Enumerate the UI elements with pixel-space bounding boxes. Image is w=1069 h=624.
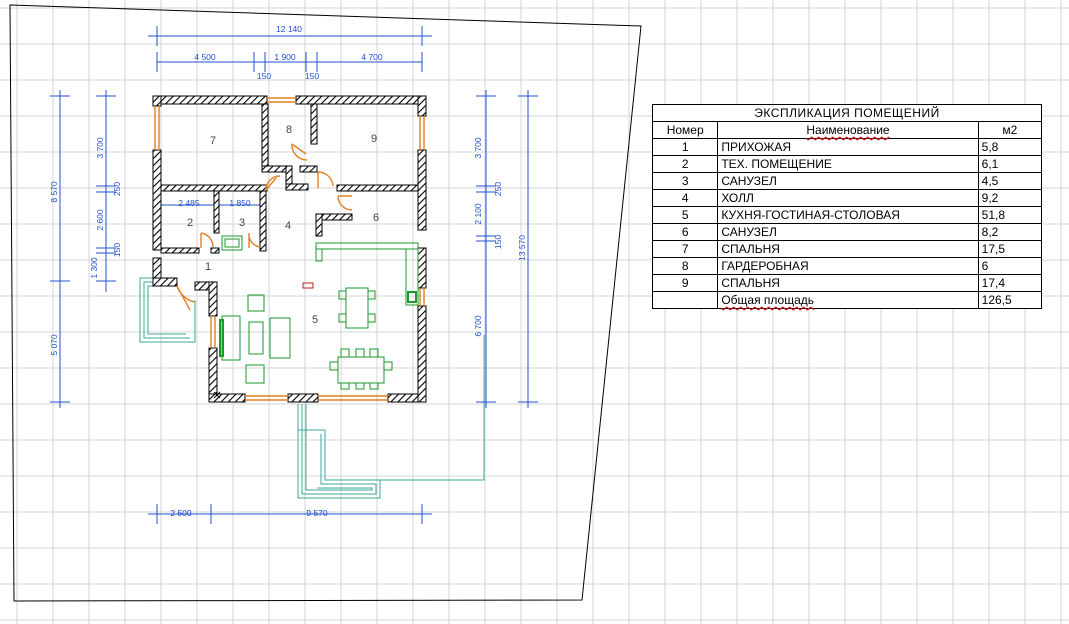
dim-overall-width: 12 140 xyxy=(276,24,302,34)
room-number-cell: 8 xyxy=(651,257,719,275)
room-area-cell: 6 xyxy=(977,257,1043,275)
dim-right-inner-3: 6 700 xyxy=(473,315,483,337)
room-number-2: 2 xyxy=(187,217,193,229)
room-number-4: 4 xyxy=(285,220,291,232)
total-name-cell: Общая площадь xyxy=(717,291,979,309)
dim-right-inner-2: 2 100 xyxy=(473,203,483,225)
floor-plan-drawing: 12 140 4 500 1 900 4 700 150 150 2 500 9… xyxy=(0,0,1069,624)
room-number-cell: 3 xyxy=(651,172,719,190)
site-paths xyxy=(139,277,485,499)
dim-right-outer: 13 570 xyxy=(517,235,527,261)
room-number-cell: 7 xyxy=(651,240,719,258)
room-number-cell: 1 xyxy=(651,138,719,156)
room-number-cell: 6 xyxy=(651,223,719,241)
table-body: 1 ПРИХОЖАЯ 5,8 2 ТЕХ. ПОМЕЩЕНИЕ 6,1 3 САНУЗЕЛ 4,… xyxy=(651,138,1043,292)
dim-top-small-1: 150 xyxy=(257,71,271,81)
dim-top-2: 1 900 xyxy=(274,52,296,62)
table-row: 8 ГАРДЕРОБНАЯ 6 xyxy=(651,257,1043,275)
table-header-row: Номер Наименование м2 xyxy=(651,121,1043,139)
total-number xyxy=(651,291,719,309)
room-name-cell: СПАЛЬНЯ xyxy=(717,274,979,292)
table-row: 7 СПАЛЬНЯ 17,5 xyxy=(651,240,1043,258)
total-area: 126,5 xyxy=(977,291,1043,309)
room-number-cell: 2 xyxy=(651,155,719,173)
table-row: 5 КУХНЯ-ГОСТИНАЯ-СТОЛОВАЯ 51,8 xyxy=(651,206,1043,224)
dimension-lines xyxy=(50,26,538,524)
total-name: Общая площадь xyxy=(721,293,815,307)
room-name-cell: САНУЗЕЛ xyxy=(717,223,979,241)
dim-bottom-2: 9 570 xyxy=(306,508,328,518)
dim-top-1: 4 500 xyxy=(194,52,216,62)
room-name-cell: ПРИХОЖАЯ xyxy=(717,138,979,156)
room-area-cell: 51,8 xyxy=(977,206,1043,224)
room-number-cell: 9 xyxy=(651,274,719,292)
room-area-cell: 17,5 xyxy=(977,240,1043,258)
table-row: 1 ПРИХОЖАЯ 5,8 xyxy=(651,138,1043,156)
dim-left-inner-3: 1 300 xyxy=(89,257,99,279)
room-number-8: 8 xyxy=(286,124,292,136)
dim-left-small-1: 250 xyxy=(112,182,122,196)
dim-inner-1: 2 485 xyxy=(178,198,200,208)
table-row: 3 САНУЗЕЛ 4,5 xyxy=(651,172,1043,190)
table-row: 2 ТЕХ. ПОМЕЩЕНИЕ 6,1 xyxy=(651,155,1043,173)
dim-right-small-2: 150 xyxy=(493,235,503,249)
table-title: ЭКСПЛИКАЦИЯ ПОМЕЩЕНИЙ xyxy=(652,104,1042,122)
room-name-cell: ТЕХ. ПОМЕЩЕНИЕ xyxy=(717,155,979,173)
dim-right-small-1: 250 xyxy=(493,182,503,196)
dim-left-small-2: 150 xyxy=(112,243,122,257)
room-number-3: 3 xyxy=(239,217,245,229)
room-area-cell: 9,2 xyxy=(977,189,1043,207)
room-area-cell: 8,2 xyxy=(977,223,1043,241)
room-name-cell: КУХНЯ-ГОСТИНАЯ-СТОЛОВАЯ xyxy=(717,206,979,224)
dim-left-outer-2: 5 070 xyxy=(49,334,59,356)
table-row: 6 САНУЗЕЛ 8,2 xyxy=(651,223,1043,241)
dim-top-small-2: 150 xyxy=(305,71,319,81)
furniture xyxy=(219,235,419,390)
header-area: м2 xyxy=(977,121,1043,139)
dim-left-inner-1: 3 700 xyxy=(95,137,105,159)
room-number-6: 6 xyxy=(373,212,379,224)
rooms-explication-table: ЭКСПЛИКАЦИЯ ПОМЕЩЕНИЙ Номер Наименование… xyxy=(651,104,1043,309)
dim-inner-2: 1 850 xyxy=(229,198,251,208)
dim-top-3: 4 700 xyxy=(361,52,383,62)
room-number-cell: 4 xyxy=(651,189,719,207)
room-number-1: 1 xyxy=(205,261,211,273)
table-row: 4 ХОЛЛ 9,2 xyxy=(651,189,1043,207)
dim-left-outer-1: 8 570 xyxy=(49,181,59,203)
table-total-row: Общая площадь 126,5 xyxy=(651,291,1043,309)
room-name-cell: ХОЛЛ xyxy=(717,189,979,207)
dim-right-inner-1: 3 700 xyxy=(473,137,483,159)
room-number-5: 5 xyxy=(312,314,318,326)
header-name-text: Наименование xyxy=(806,123,890,137)
room-number-cell: 5 xyxy=(651,206,719,224)
room-name-cell: ГАРДЕРОБНАЯ xyxy=(717,257,979,275)
room-area-cell: 4,5 xyxy=(977,172,1043,190)
dim-bottom-1: 2 500 xyxy=(170,508,192,518)
room-number-9: 9 xyxy=(371,133,377,145)
room-number-7: 7 xyxy=(210,135,216,147)
room-name-cell: САНУЗЕЛ xyxy=(717,172,979,190)
room-name-cell: СПАЛЬНЯ xyxy=(717,240,979,258)
table-row: 9 СПАЛЬНЯ 17,4 xyxy=(651,274,1043,292)
dim-left-inner-2: 2 600 xyxy=(95,209,105,231)
background-grid xyxy=(0,0,1069,624)
room-area-cell: 6,1 xyxy=(977,155,1043,173)
table-title-row: ЭКСПЛИКАЦИЯ ПОМЕЩЕНИЙ xyxy=(652,104,1042,122)
header-number: Номер xyxy=(651,121,719,139)
header-name: Наименование xyxy=(717,121,979,139)
room-area-cell: 5,8 xyxy=(977,138,1043,156)
room-area-cell: 17,4 xyxy=(977,274,1043,292)
